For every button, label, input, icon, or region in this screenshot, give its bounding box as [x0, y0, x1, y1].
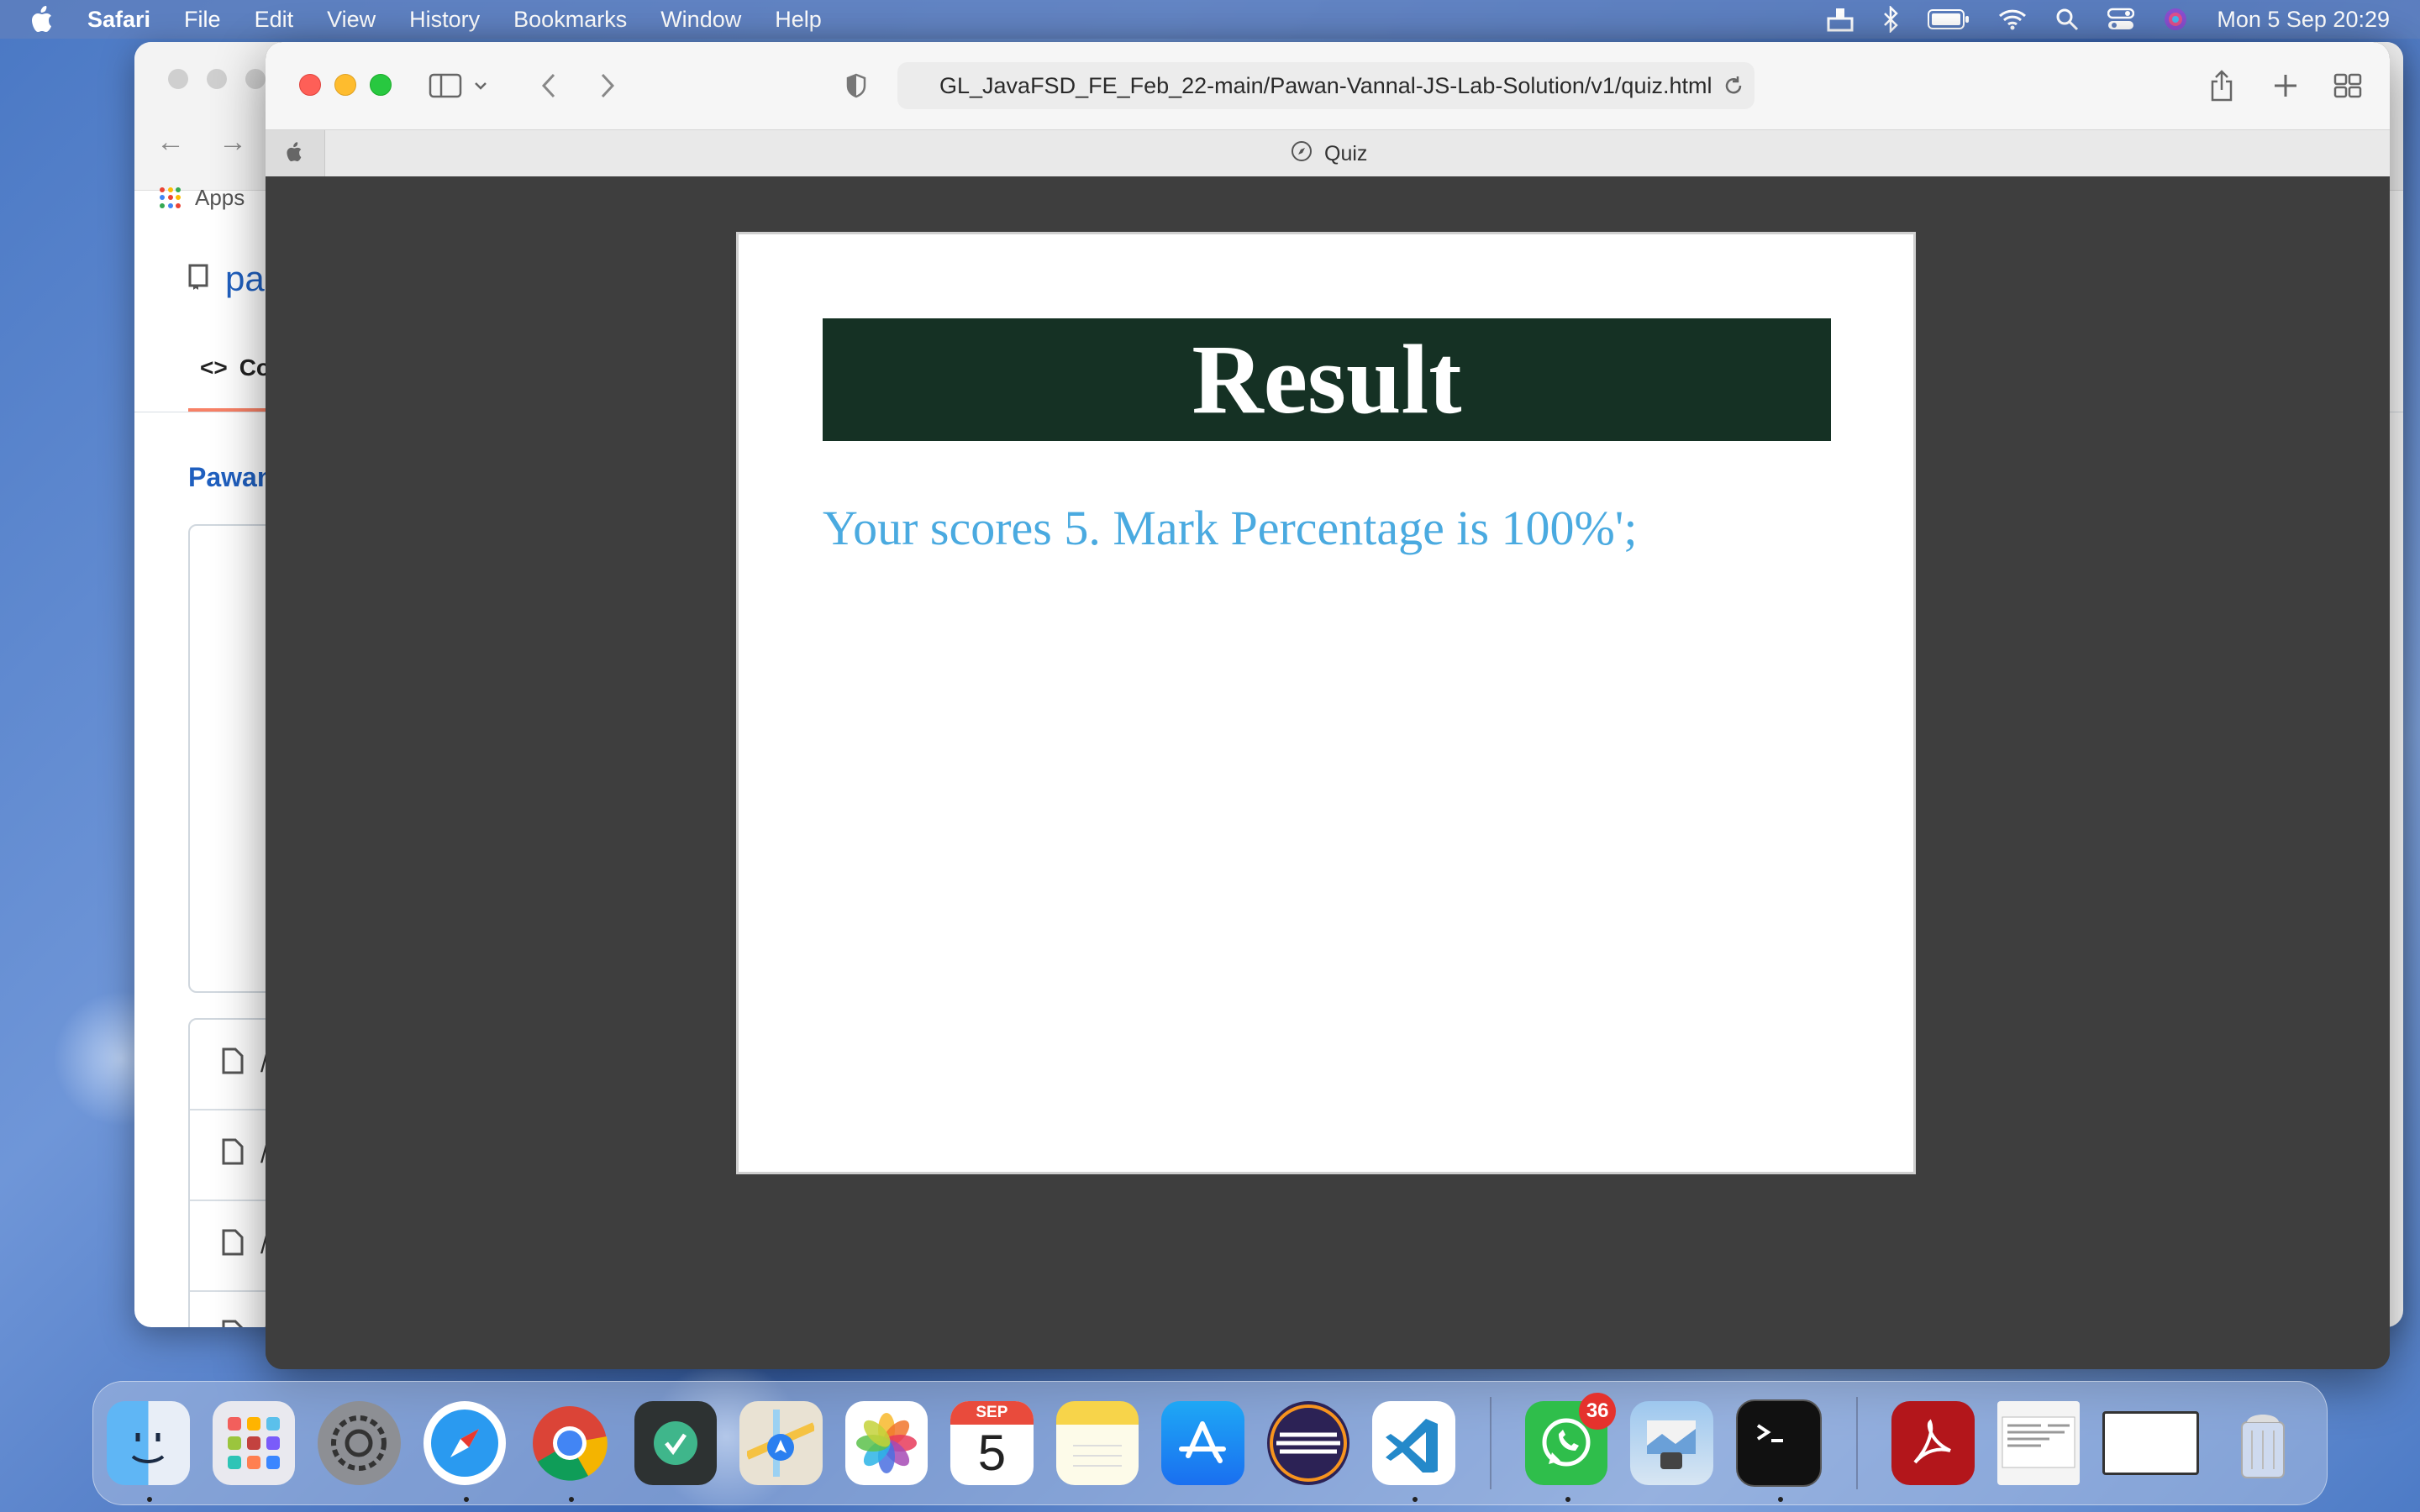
eclipse-icon[interactable] [1266, 1401, 1350, 1485]
maps-icon[interactable] [739, 1401, 823, 1485]
commit-author[interactable]: Pawan [188, 462, 273, 493]
file-icon [222, 1229, 244, 1263]
user-switch-icon[interactable] [1827, 7, 1854, 32]
menu-file[interactable]: File [184, 7, 221, 33]
repo-title[interactable]: pa [188, 259, 265, 299]
trash-icon[interactable] [2222, 1401, 2305, 1485]
menu-help[interactable]: Help [775, 7, 822, 33]
forward-arrow-icon[interactable]: → [218, 126, 247, 159]
preview-icon[interactable] [1630, 1401, 1713, 1485]
tab-title: Quiz [1324, 141, 1368, 165]
file-icon [222, 1320, 244, 1327]
running-indicator [463, 1497, 469, 1502]
new-tab-icon[interactable] [2270, 66, 2301, 106]
back-arrow-icon[interactable] [536, 66, 561, 106]
apps-grid-icon [160, 186, 182, 209]
calendar-day: 5 [977, 1424, 1007, 1481]
chevron-down-icon[interactable] [471, 66, 491, 106]
photos-icon[interactable] [844, 1401, 929, 1485]
wifi-icon[interactable] [1998, 8, 2027, 30]
score-text: Your scores 5. Mark Percentage is 100%'; [823, 501, 1638, 555]
menu-history[interactable]: History [409, 7, 480, 33]
pinned-tab-apple[interactable] [266, 130, 325, 177]
file-icon [222, 1047, 244, 1081]
code-icon: <> [200, 354, 228, 381]
window-controls [299, 74, 392, 96]
zoom-button[interactable] [245, 69, 266, 89]
compass-icon [1291, 140, 1313, 168]
address-bar[interactable]: GL_JavaFSD_FE_Feb_22-main/Pawan-Vannal-J… [897, 62, 1754, 109]
running-indicator [1777, 1497, 1783, 1502]
safari-toolbar: GL_JavaFSD_FE_Feb_22-main/Pawan-Vannal-J… [266, 42, 2390, 129]
notification-badge: 36 [1579, 1393, 1617, 1430]
result-heading: Result [1192, 324, 1462, 434]
app-store-icon[interactable] [1161, 1401, 1244, 1485]
system-preferences-icon[interactable] [318, 1401, 401, 1485]
back-arrow-icon[interactable]: ← [156, 126, 185, 159]
terminal-icon[interactable] [1735, 1399, 1823, 1502]
privacy-shield-icon[interactable] [844, 66, 869, 106]
minimize-button[interactable] [334, 74, 356, 96]
menu-view[interactable]: View [327, 7, 376, 33]
chrome-icon[interactable] [529, 1401, 612, 1502]
acrobat-icon[interactable] [1891, 1401, 1975, 1485]
page-content: Result Your scores 5. Mark Percentage is… [266, 176, 2390, 1369]
vscode-icon[interactable] [1372, 1401, 1455, 1502]
siri-icon[interactable] [2163, 7, 2188, 32]
tab-bar: Quiz [266, 129, 2390, 178]
tab-quiz[interactable]: Quiz [1291, 130, 1367, 177]
safari-icon[interactable] [423, 1401, 507, 1502]
sidebar-toggle-icon[interactable] [427, 66, 464, 106]
spotlight-search-icon[interactable] [2055, 8, 2079, 31]
running-indicator [569, 1497, 575, 1502]
notes-icon[interactable] [1055, 1401, 1139, 1485]
menu-bar: Safari File Edit View History Bookmarks … [0, 0, 2420, 39]
menu-window[interactable]: Window [660, 7, 741, 33]
url-text[interactable]: GL_JavaFSD_FE_Feb_22-main/Pawan-Vannal-J… [939, 73, 1712, 99]
result-card: Result Your scores 5. Mark Percentage is… [736, 232, 1916, 1174]
calendar-icon[interactable]: SEP 5 [950, 1401, 1034, 1485]
tab-overview-icon[interactable] [2331, 66, 2365, 106]
bookmarks-apps[interactable]: Apps [160, 185, 245, 211]
apple-icon [286, 141, 304, 167]
dock: SEP 5 36 [92, 1381, 2328, 1505]
control-center-icon[interactable] [2107, 8, 2135, 31]
menu-app-name[interactable]: Safari [87, 7, 150, 33]
share-icon[interactable] [2207, 66, 2237, 106]
result-heading-banner: Result [823, 318, 1831, 441]
repo-name[interactable]: pa [225, 259, 265, 299]
battery-icon[interactable] [1928, 8, 1970, 30]
safari-window[interactable]: GL_JavaFSD_FE_Feb_22-main/Pawan-Vannal-J… [266, 42, 2390, 1369]
apple-menu-icon[interactable] [30, 3, 59, 35]
running-indicator [147, 1497, 152, 1502]
dock-separator [1489, 1397, 1491, 1489]
document-thumbnail-icon[interactable] [1996, 1401, 2081, 1485]
minimize-button[interactable] [207, 69, 227, 89]
finder-icon[interactable] [107, 1401, 190, 1502]
calendar-month: SEP [950, 1401, 1034, 1425]
file-icon [222, 1138, 244, 1172]
background-window-nav: ← → [156, 126, 247, 159]
whatsapp-icon[interactable]: 36 [1524, 1393, 1617, 1502]
tab-code[interactable]: <> Co [200, 354, 271, 381]
reload-icon[interactable] [1712, 75, 1754, 97]
forward-arrow-icon[interactable] [595, 66, 620, 106]
vpn-app-icon[interactable] [634, 1401, 718, 1485]
zoom-button[interactable] [370, 74, 392, 96]
window-thumbnail-icon[interactable] [2102, 1411, 2199, 1475]
background-window-controls [168, 69, 266, 89]
close-button[interactable] [168, 69, 188, 89]
close-button[interactable] [299, 74, 321, 96]
menu-edit[interactable]: Edit [255, 7, 294, 33]
menu-bookmarks[interactable]: Bookmarks [513, 7, 627, 33]
repo-icon [188, 259, 210, 299]
launchpad-icon[interactable] [212, 1401, 296, 1485]
clock[interactable]: Mon 5 Sep 20:29 [2217, 7, 2390, 33]
apps-label: Apps [195, 185, 245, 210]
running-indicator [1565, 1497, 1570, 1502]
running-indicator [1413, 1497, 1418, 1502]
bluetooth-icon[interactable] [1882, 6, 1899, 33]
dock-separator [1856, 1397, 1859, 1489]
